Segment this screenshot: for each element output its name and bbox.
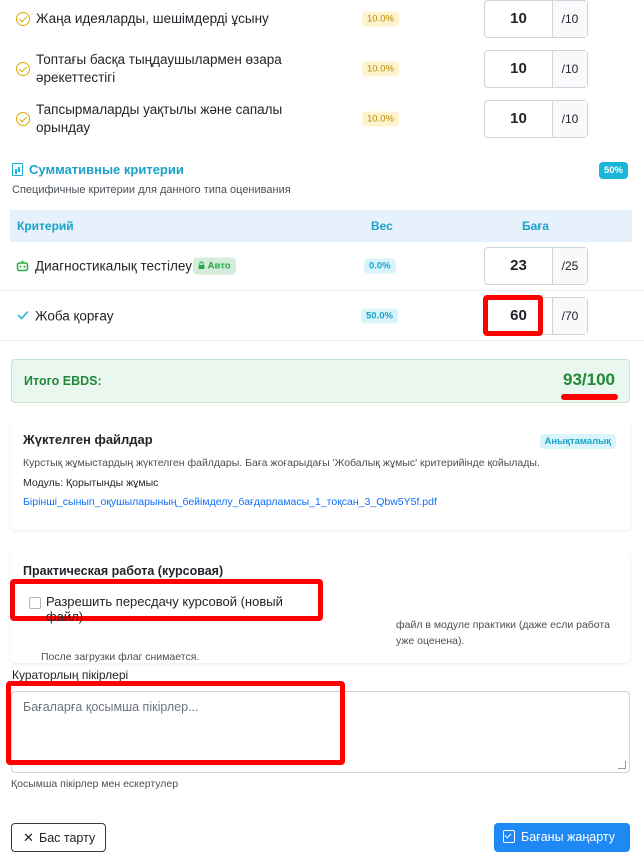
score-max: /10: [553, 51, 587, 87]
criterion-label: Топтағы басқа тыңдаушылармен өзара әреке…: [36, 52, 282, 85]
close-icon: ✕: [23, 830, 34, 845]
score-max: /10: [553, 101, 587, 137]
summative-title: Суммативные критерии: [29, 162, 184, 177]
comments-hint: Қосымша пікірлер мен ескертулер: [11, 778, 179, 790]
file-link[interactable]: Бірінші_сынып_оқушыларының_бейімделу_бағ…: [23, 496, 437, 508]
check-icon: [17, 310, 29, 320]
comments-label: Кураторлың пікірлері: [12, 668, 129, 682]
table-header: Критерий Вес Баға: [10, 210, 632, 242]
table-row: Диагностикалық тестілеу Авто 0.0% 23 /25: [0, 241, 644, 291]
score-input[interactable]: 23: [485, 247, 553, 284]
resubmit-checkbox-label[interactable]: Разрешить пересдачу курсовой (новый файл…: [46, 594, 318, 624]
score-max: /25: [553, 247, 587, 284]
check-circle-icon: [16, 112, 30, 126]
reference-badge: Анықтамалық: [539, 434, 616, 449]
update-grade-button-label: Бағаны жаңарту: [521, 830, 615, 844]
update-grade-button[interactable]: Бағаны жаңарту: [494, 823, 630, 852]
weight-badge: 10.0%: [362, 111, 399, 127]
clipboard-chart-icon: [12, 163, 23, 176]
practical-description: файл в модуле практики (даже если работа…: [41, 617, 621, 665]
score-input-group: 10 /10: [484, 100, 588, 138]
criterion-label: Диагностикалық тестілеу: [35, 258, 192, 273]
criterion-label: Жоба қорғау: [35, 308, 114, 323]
table-row: Жоба қорғау 50.0% 60 /70: [0, 291, 644, 341]
score-input[interactable]: 10: [485, 1, 553, 37]
total-label: Итого EBDS:: [24, 374, 102, 388]
total-value: 93/100: [563, 370, 615, 389]
score-input-group: 23 /25: [484, 246, 588, 285]
cancel-button[interactable]: ✕ Бас тарту: [11, 823, 106, 852]
auto-badge: Авто: [193, 257, 236, 274]
column-header-criterion: Критерий: [17, 219, 74, 233]
score-max: /10: [553, 1, 587, 37]
score-input[interactable]: 10: [485, 101, 553, 137]
weight-badge: 0.0%: [364, 258, 396, 273]
files-module: Модуль: Қорытынды жұмыс: [23, 477, 159, 489]
weight-badge: 10.0%: [362, 61, 399, 77]
files-card: Жүктелген файлдар Анықтамалық Курстық жұ…: [11, 420, 630, 530]
resubmit-checkbox[interactable]: [29, 597, 41, 609]
robot-icon: [16, 260, 29, 272]
auto-badge-label: Авто: [207, 260, 231, 271]
weight-badge: 10.0%: [362, 11, 399, 27]
save-icon: [503, 830, 515, 843]
highlight-underline: [561, 394, 618, 400]
lock-icon: [198, 261, 205, 269]
score-max: /70: [553, 297, 587, 334]
check-circle-icon: [16, 12, 30, 26]
practical-title: Практическая работа (курсовая): [23, 564, 224, 578]
column-header-weight: Вес: [371, 219, 393, 233]
total-panel: Итого EBDS: 93/100: [11, 359, 630, 403]
criterion-label: Жаңа идеяларды, шешімдерді ұсыну: [36, 11, 269, 26]
column-header-grade: Баға: [522, 219, 549, 233]
highlight-box: Бағаларға қосымша пікірлер...: [6, 681, 345, 765]
files-description: Курстық жұмыстардың жүктелген файлдары. …: [23, 457, 540, 469]
comments-placeholder: Бағаларға қосымша пікірлер...: [23, 700, 199, 714]
score-input-group: 10 /10: [484, 0, 588, 38]
resize-handle-icon[interactable]: [618, 761, 626, 769]
score-input[interactable]: 10: [485, 51, 553, 87]
summative-percent-badge: 50%: [598, 162, 628, 179]
criterion-label: Тапсырмаларды уақтылы және сапалы орында…: [36, 102, 283, 135]
criterion-row: Тапсырмаларды уақтылы және сапалы орында…: [0, 94, 644, 144]
highlight-box: Разрешить пересдачу курсовой (новый файл…: [10, 579, 323, 624]
files-title: Жүктелген файлдар: [23, 432, 153, 447]
summative-description: Специфичные критерии для данного типа оц…: [12, 184, 291, 196]
highlight-box: [483, 295, 543, 336]
cancel-button-label: Бас тарту: [39, 831, 96, 845]
criterion-row: Топтағы басқа тыңдаушылармен өзара әреке…: [0, 44, 644, 94]
check-circle-icon: [16, 62, 30, 76]
summative-header: Суммативные критерии 50%: [12, 160, 632, 180]
practical-description-line: После загрузки флаг снимается.: [41, 651, 200, 663]
score-input-group: 10 /10: [484, 50, 588, 88]
criterion-row: Жаңа идеяларды, шешімдерді ұсыну 10.0% 1…: [0, 0, 644, 44]
weight-badge: 50.0%: [361, 308, 398, 323]
